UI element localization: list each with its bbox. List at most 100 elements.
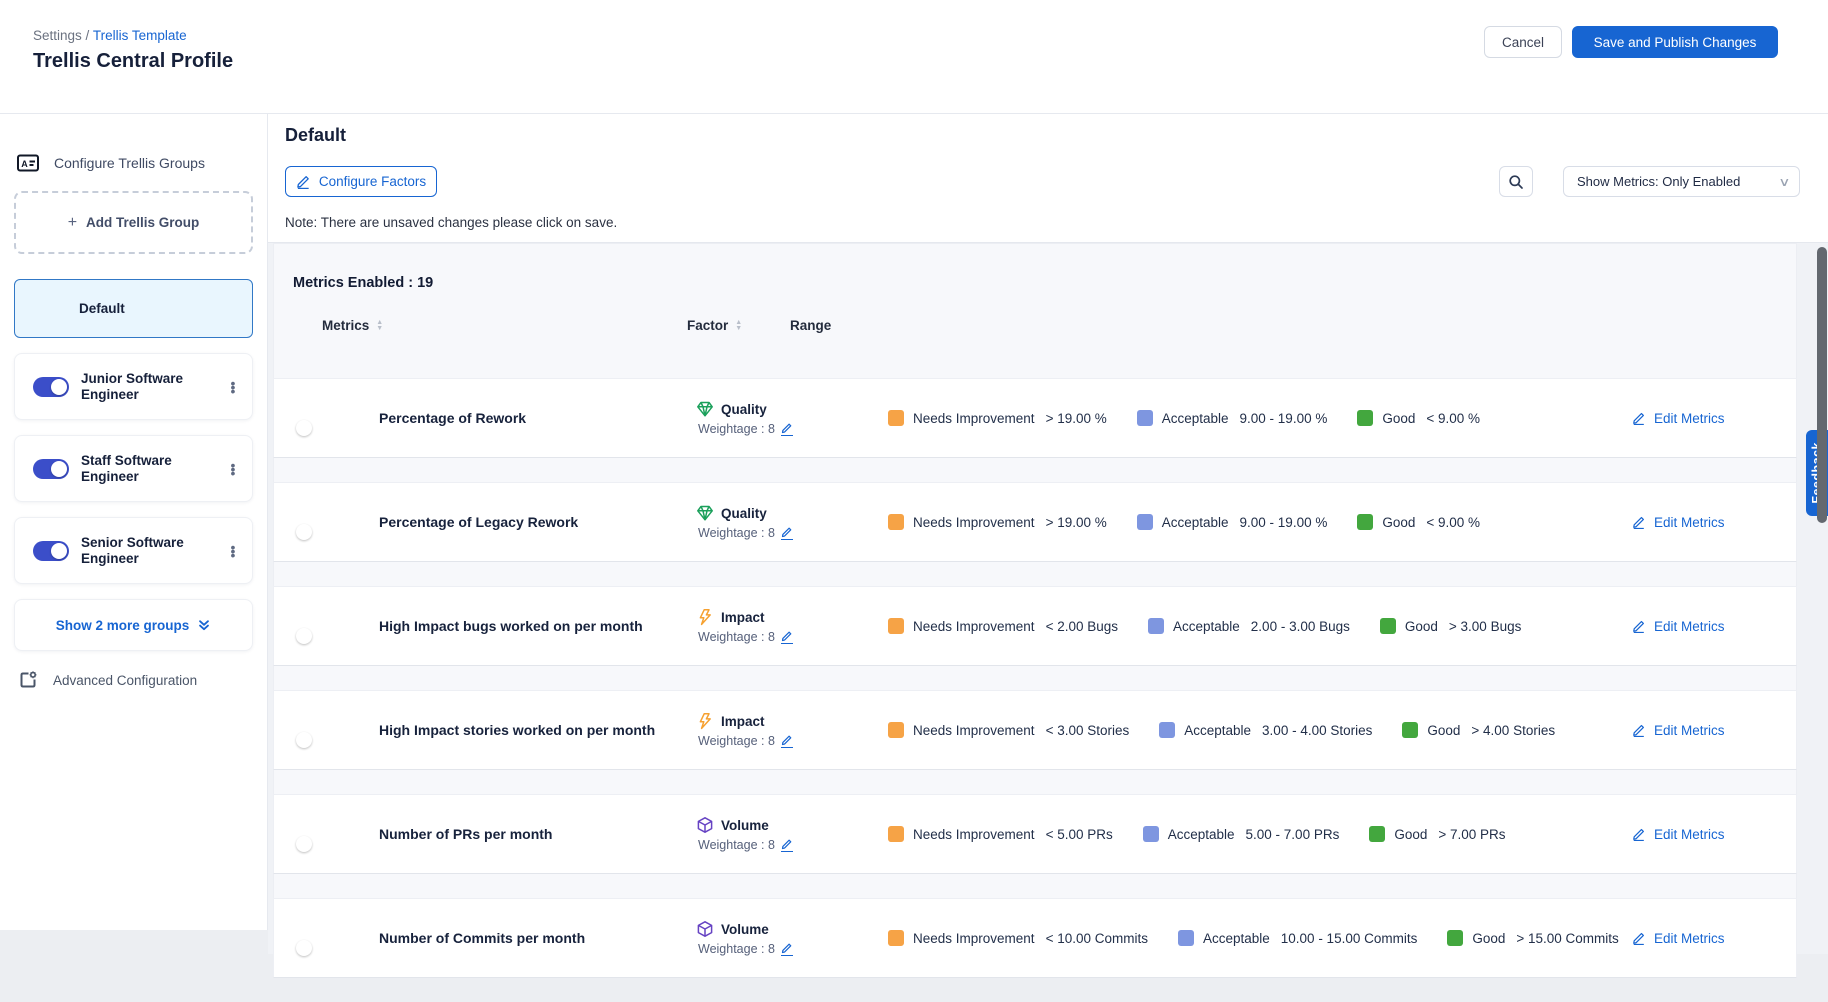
range-color-chip xyxy=(1137,514,1153,530)
range-label: Good xyxy=(1427,723,1460,738)
kebab-menu-icon[interactable]: ••• xyxy=(224,463,242,475)
unsaved-changes-note: Note: There are unsaved changes please c… xyxy=(285,215,617,230)
save-and-publish-button[interactable]: Save and Publish Changes xyxy=(1572,26,1778,58)
range-list: Needs Improvement < 2.00 Bugs Acceptable… xyxy=(888,618,1632,634)
range-color-chip xyxy=(1148,618,1164,634)
edit-metrics-button[interactable]: Edit Metrics xyxy=(1632,515,1780,530)
range-label: Good xyxy=(1382,411,1415,426)
sidebar: A Configure Trellis Groups + Add Trellis… xyxy=(0,114,268,930)
metric-name: Number of PRs per month xyxy=(379,826,696,842)
sidebar-group-item[interactable]: Staff Software Engineer ••• xyxy=(14,435,253,502)
range-color-chip xyxy=(1447,930,1463,946)
breadcrumb-settings[interactable]: Settings xyxy=(33,28,82,43)
group-name: Senior Software Engineer xyxy=(81,535,211,566)
range-value: < 10.00 Commits xyxy=(1046,931,1148,946)
edit-metrics-button[interactable]: Edit Metrics xyxy=(1632,723,1780,738)
range-color-chip xyxy=(1380,618,1396,634)
factor-name: Volume xyxy=(721,818,769,833)
weightage-label: Weightage : 8 xyxy=(698,838,775,852)
sidebar-item-default[interactable]: Default xyxy=(14,279,253,338)
metric-name: High Impact bugs worked on per month xyxy=(379,618,696,634)
show-metrics-dropdown[interactable]: Show Metrics: Only Enabled ∨ xyxy=(1563,166,1800,197)
range-label: Acceptable xyxy=(1184,723,1251,738)
factor-name: Impact xyxy=(721,714,765,729)
group-name: Staff Software Engineer xyxy=(81,453,211,484)
kebab-menu-icon[interactable]: ••• xyxy=(224,381,242,393)
range-label: Needs Improvement xyxy=(913,723,1035,738)
group-title: Default xyxy=(285,125,346,146)
edit-metrics-label: Edit Metrics xyxy=(1654,515,1725,530)
range-item: Needs Improvement > 19.00 % xyxy=(888,514,1107,530)
edit-pencil-icon xyxy=(1632,619,1646,633)
kebab-menu-icon[interactable]: ••• xyxy=(224,545,242,557)
range-label: Acceptable xyxy=(1168,827,1235,842)
range-value: > 4.00 Stories xyxy=(1471,723,1555,738)
range-label: Needs Improvement xyxy=(913,619,1035,634)
configure-factors-button[interactable]: Configure Factors xyxy=(285,166,437,197)
column-header-metrics[interactable]: Metrics ▲▼ xyxy=(322,318,383,333)
group-enabled-toggle[interactable] xyxy=(33,541,69,561)
range-value: 2.00 - 3.00 Bugs xyxy=(1251,619,1350,634)
metric-row: Percentage of Legacy Rework Quality Weig… xyxy=(273,482,1797,562)
search-button[interactable] xyxy=(1499,166,1533,197)
range-label: Acceptable xyxy=(1173,619,1240,634)
range-value: < 2.00 Bugs xyxy=(1046,619,1118,634)
factor-name: Impact xyxy=(721,610,765,625)
edit-weightage-icon[interactable] xyxy=(781,630,793,644)
metric-row: High Impact stories worked on per month … xyxy=(273,690,1797,770)
sort-icon[interactable]: ▲▼ xyxy=(735,320,742,332)
range-color-chip xyxy=(1357,410,1373,426)
show-more-groups-button[interactable]: Show 2 more groups xyxy=(14,599,253,651)
edit-pencil-icon xyxy=(1632,723,1646,737)
range-value: < 9.00 % xyxy=(1426,515,1480,530)
range-color-chip xyxy=(1137,410,1153,426)
range-item: Acceptable 5.00 - 7.00 PRs xyxy=(1143,826,1340,842)
add-trellis-group-label: Add Trellis Group xyxy=(86,215,199,230)
metric-row: High Impact bugs worked on per month Imp… xyxy=(273,586,1797,666)
sidebar-group-item[interactable]: Junior Software Engineer ••• xyxy=(14,353,253,420)
column-header-factor[interactable]: Factor ▲▼ xyxy=(687,318,742,333)
edit-weightage-icon[interactable] xyxy=(781,526,793,540)
edit-metrics-button[interactable]: Edit Metrics xyxy=(1632,619,1780,634)
metrics-scroll-area: Metrics Enabled : 19 Metrics ▲▼ Factor ▲… xyxy=(268,243,1828,954)
weightage-label: Weightage : 8 xyxy=(698,422,775,436)
group-list: Junior Software Engineer ••• Staff Softw… xyxy=(14,353,253,584)
default-group-label: Default xyxy=(79,301,125,316)
metric-row: Number of PRs per month Volume Weightage… xyxy=(273,794,1797,874)
advanced-configuration-label: Advanced Configuration xyxy=(53,673,197,688)
range-color-chip xyxy=(888,722,904,738)
advanced-configuration-button[interactable]: Advanced Configuration xyxy=(17,669,253,691)
edit-metrics-button[interactable]: Edit Metrics xyxy=(1632,411,1780,426)
edit-weightage-icon[interactable] xyxy=(781,734,793,748)
breadcrumb-trellis-template[interactable]: Trellis Template xyxy=(93,28,187,43)
impact-lightning-icon xyxy=(696,608,714,626)
metric-row: Percentage of Rework Quality Weightage :… xyxy=(273,378,1797,458)
sidebar-group-item[interactable]: Senior Software Engineer ••• xyxy=(14,517,253,584)
cancel-button[interactable]: Cancel xyxy=(1484,26,1562,58)
edit-pencil-icon xyxy=(296,174,311,189)
vertical-scrollbar-thumb[interactable] xyxy=(1817,247,1827,523)
chevron-down-icon: ∨ xyxy=(1778,175,1790,189)
add-trellis-group-button[interactable]: + Add Trellis Group xyxy=(14,191,253,254)
table-header-row: Metrics ▲▼ Factor ▲▼ Range xyxy=(273,318,1797,352)
range-item: Good > 3.00 Bugs xyxy=(1380,618,1521,634)
advanced-configuration-icon xyxy=(17,669,39,691)
group-enabled-toggle[interactable] xyxy=(33,459,69,479)
edit-metrics-button[interactable]: Edit Metrics xyxy=(1632,931,1780,946)
range-color-chip xyxy=(1143,826,1159,842)
metric-name: Number of Commits per month xyxy=(379,930,696,946)
range-color-chip xyxy=(1402,722,1418,738)
sort-icon[interactable]: ▲▼ xyxy=(376,320,383,332)
edit-weightage-icon[interactable] xyxy=(781,838,793,852)
edit-metrics-label: Edit Metrics xyxy=(1654,411,1725,426)
factor-name: Quality xyxy=(721,402,767,417)
edit-weightage-icon[interactable] xyxy=(781,422,793,436)
range-item: Good < 9.00 % xyxy=(1357,514,1480,530)
edit-metrics-button[interactable]: Edit Metrics xyxy=(1632,827,1780,842)
id-card-icon: A xyxy=(16,152,40,174)
group-enabled-toggle[interactable] xyxy=(33,377,69,397)
range-color-chip xyxy=(1357,514,1373,530)
range-label: Acceptable xyxy=(1203,931,1270,946)
range-value: > 3.00 Bugs xyxy=(1449,619,1521,634)
range-label: Needs Improvement xyxy=(913,931,1035,946)
